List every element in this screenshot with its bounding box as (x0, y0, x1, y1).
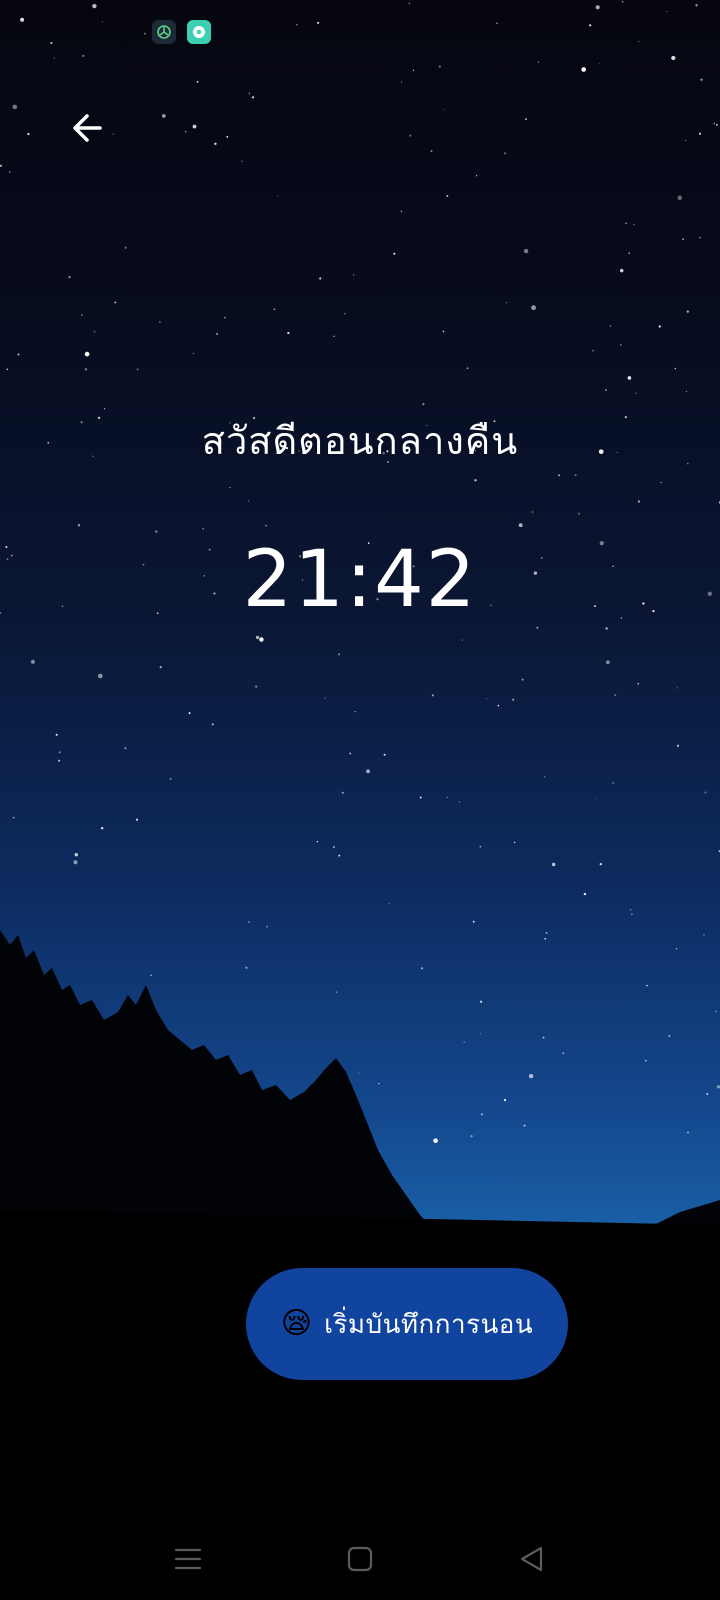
chat-app-icon (187, 20, 211, 44)
home-button[interactable] (335, 1534, 385, 1584)
navigation-bar (0, 1520, 720, 1600)
back-button[interactable] (58, 98, 118, 158)
home-square-icon (347, 1546, 373, 1572)
shield-app-icon (152, 20, 176, 44)
sleep-screen: สวัสดีตอนกลางคืน 21:42 😪 เริ่มบันทึกการน… (0, 0, 720, 1600)
system-back-button[interactable] (507, 1534, 557, 1584)
menu-icon (174, 1548, 202, 1570)
sleepy-face-icon: 😪 (280, 1306, 313, 1341)
start-sleep-label: เริ่มบันทึกการนอน (324, 1309, 534, 1340)
arrow-left-icon (73, 114, 102, 142)
current-time: 21:42 (242, 535, 478, 625)
start-sleep-recording-button[interactable]: 😪 เริ่มบันทึกการนอน (246, 1268, 568, 1380)
status-bar (0, 0, 720, 64)
greeting-text: สวัสดีตอนกลางคืน (201, 419, 519, 463)
recent-apps-button[interactable] (163, 1534, 213, 1584)
back-triangle-icon (520, 1546, 543, 1572)
